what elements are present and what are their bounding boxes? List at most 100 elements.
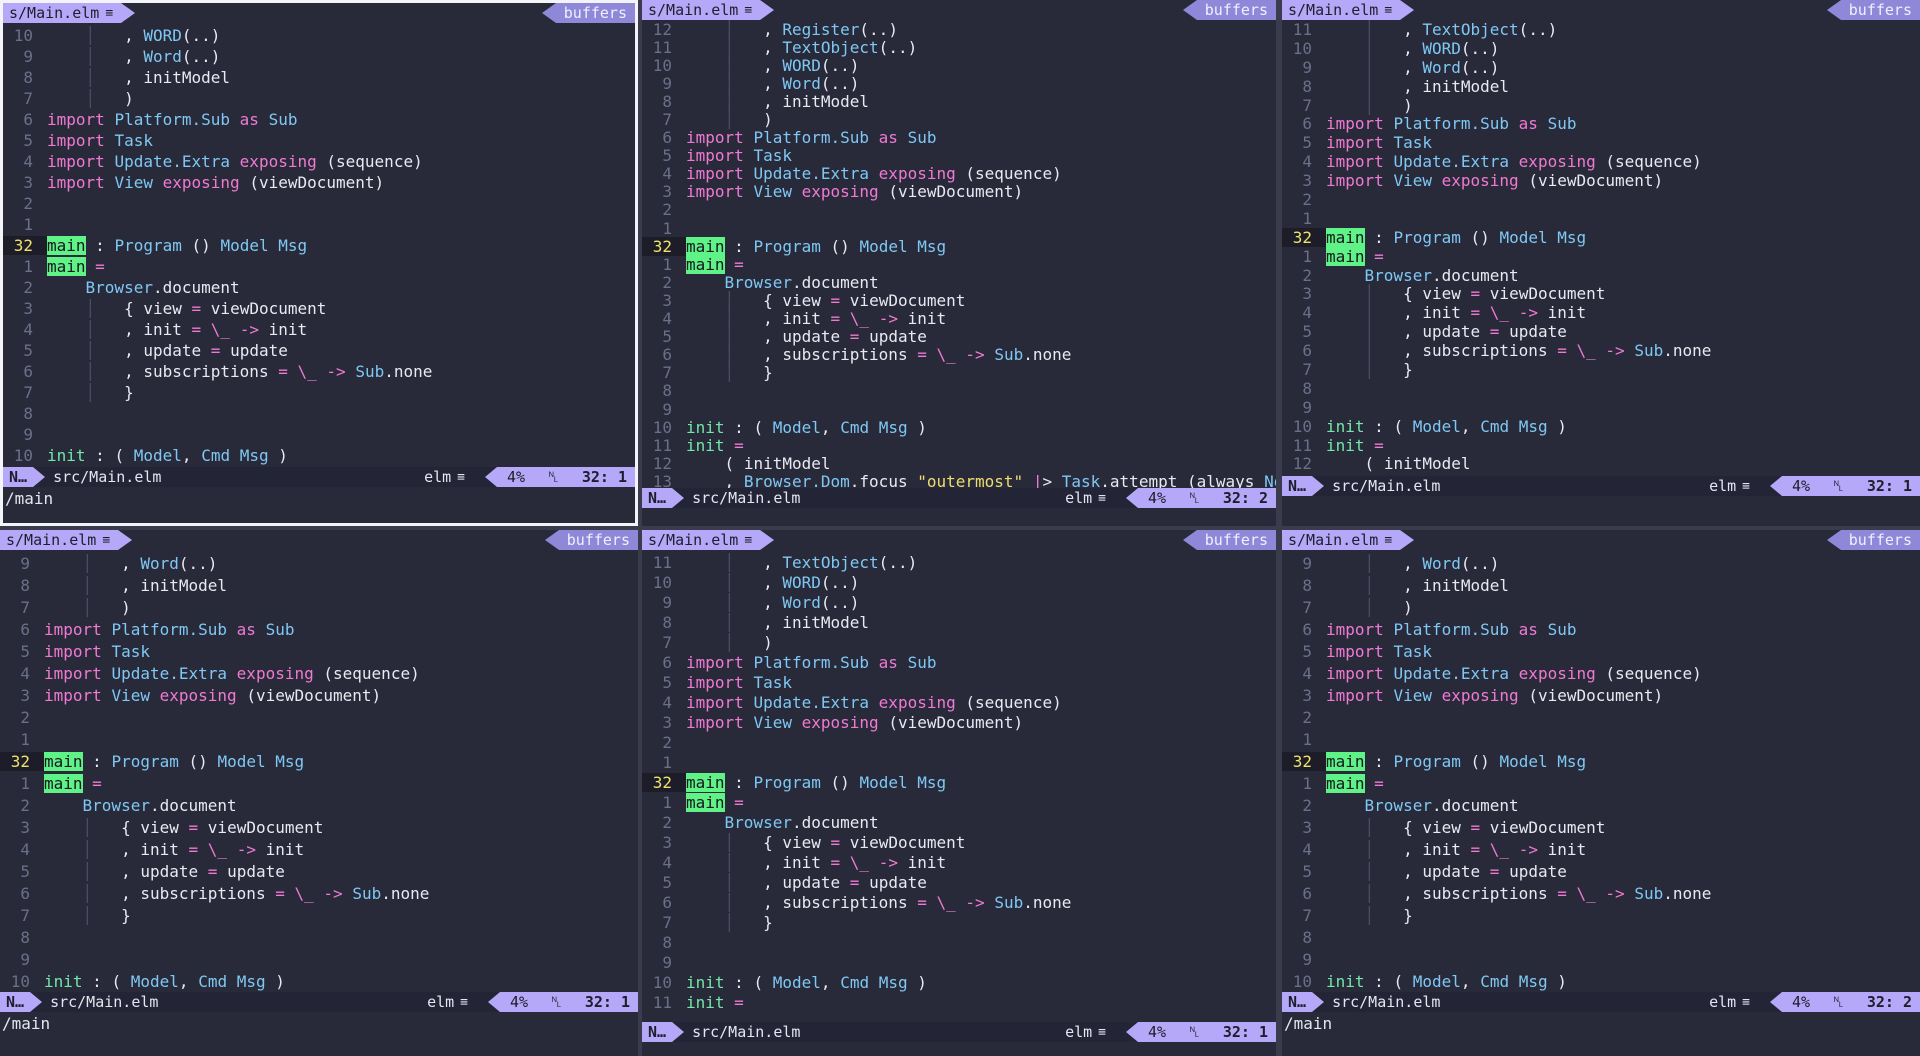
buffer-tab[interactable]: s/Main.elm ≡	[642, 530, 775, 550]
code-area[interactable]: 9 │ , Word(..) 8 │ , initModel 7 │ ) 6 impor…	[1282, 552, 1920, 992]
line-text: │ , WORD(..)	[1326, 38, 1500, 58]
command-line[interactable]: /main	[2, 1014, 50, 1033]
code-token: init	[47, 446, 86, 465]
buffers-button[interactable]: buffers	[544, 530, 638, 550]
buffer-tab[interactable]: s/Main.elm ≡	[642, 0, 775, 20]
pane-bottom-left[interactable]: s/Main.elm ≡ buffers 9 │ , Word(..) 8 │ , in…	[0, 530, 638, 1056]
code-area[interactable]: 9 │ , Word(..) 8 │ , initModel 7 │ ) 6 impor…	[0, 552, 638, 992]
line-number: 7	[662, 110, 672, 130]
pane-bottom-right[interactable]: s/Main.elm ≡ buffers 9 │ , Word(..) 8 │ , in…	[1282, 530, 1920, 1056]
line-number: 11	[652, 552, 672, 572]
code-area[interactable]: 11 │ , TextObject(..) 10 │ , WORD(..) 9 │ …	[1282, 20, 1920, 473]
code-token: ,	[1403, 19, 1413, 39]
code-token: sequence	[1615, 152, 1693, 172]
code-area[interactable]: 11 │ , TextObject(..) 10 │ , WORD(..) 9 │ …	[642, 552, 1276, 1012]
code-line: 10 │ , WORD(..)	[1282, 39, 1920, 58]
code-token: )	[1557, 416, 1567, 436]
buffers-button[interactable]: buffers	[1182, 530, 1276, 550]
line-text: import Update.Extra exposing (sequence)	[1326, 664, 1702, 683]
buffers-button[interactable]: buffers	[1826, 530, 1920, 550]
buffer-tab[interactable]: s/Main.elm ≡	[1282, 530, 1415, 550]
buffers-button[interactable]: buffers	[1826, 0, 1920, 20]
code-token: :	[734, 972, 744, 992]
pane-top-right[interactable]: s/Main.elm ≡ buffers 11 │ , TextObject(..) 1…	[1282, 0, 1920, 526]
code-token: Task	[1393, 641, 1432, 661]
pane-bottom-middle[interactable]: s/Main.elm ≡ buffers 11 │ , TextObject(..) 1…	[642, 530, 1276, 1056]
code-token: initModel	[1422, 76, 1510, 96]
code-token: Msg	[878, 417, 908, 437]
code-line: 3 import View exposing (viewDocument)	[642, 712, 1276, 732]
indent-guide: │	[1326, 76, 1404, 96]
code-token: Cmd	[1480, 416, 1510, 436]
buffer-tab[interactable]: s/Main.elm ≡	[3, 3, 136, 23]
code-area[interactable]: 10 │ , WORD(..) 9 │ , Word(..) 8 │ , initM…	[3, 25, 635, 466]
line-number: 4	[23, 320, 33, 339]
code-line: 32 main : Program () Model Msg	[642, 772, 1276, 792]
line-text: Browser.document	[686, 273, 879, 292]
newline-icon: ␤	[547, 468, 560, 486]
code-token: Register	[782, 19, 860, 39]
pane-top-middle[interactable]: s/Main.elm ≡ buffers 12 │ , Register(..) 11 …	[642, 0, 1276, 526]
code-token: ,	[1403, 76, 1413, 96]
code-token: )	[1489, 57, 1500, 77]
buffers-button[interactable]: buffers	[1182, 0, 1276, 20]
code-line: 4 │ , init = \_ -> init	[3, 319, 635, 340]
code-token: ..	[1470, 553, 1490, 573]
code-line: 4 import Update.Extra exposing (sequence)	[3, 151, 635, 172]
line-number: 6	[662, 892, 672, 912]
code-token: WORD	[1422, 38, 1461, 58]
code-line: 1	[0, 728, 638, 750]
code-line: 7 │ )	[642, 110, 1276, 130]
code-token: {	[1403, 284, 1413, 304]
command-line[interactable]: /main	[5, 489, 53, 508]
code-token: import	[1326, 114, 1384, 134]
line-text: │ )	[44, 598, 131, 617]
indent-guide: │	[44, 905, 122, 925]
code-token: =	[734, 792, 744, 812]
code-area[interactable]: 12 │ , Register(..) 11 │ , TextObject(..)…	[642, 19, 1276, 491]
pane-top-left[interactable]: s/Main.elm ≡ buffers 10 │ , WORD(..) 9 │ , W…	[0, 0, 638, 526]
code-line: 2 Browser.document	[1282, 266, 1920, 285]
command-line[interactable]: /main	[1284, 1014, 1332, 1033]
filetype-label: elm	[1065, 1023, 1093, 1041]
code-line: 9 │ , Word(..)	[642, 74, 1276, 93]
code-line: 12 ( initModel	[642, 454, 1276, 473]
code-line: 4 import Update.Extra exposing (sequence)	[1282, 152, 1920, 171]
code-token: :	[1374, 227, 1384, 247]
line-number: 8	[23, 68, 33, 87]
code-token: Msg	[917, 772, 947, 792]
buffer-tab[interactable]: s/Main.elm ≡	[1282, 0, 1415, 20]
indent-guide: │	[1326, 575, 1404, 595]
code-token: ->	[965, 892, 985, 912]
code-token: )	[1547, 19, 1558, 39]
mode-indicator: N…	[3, 467, 46, 487]
buffer-tab[interactable]: s/Main.elm ≡	[0, 530, 133, 550]
code-token: (	[820, 572, 831, 592]
indent-guide: │	[1326, 597, 1404, 617]
indent-guide: │	[686, 91, 764, 111]
buffers-button[interactable]: buffers	[541, 3, 635, 23]
indent-guide: │	[44, 575, 122, 595]
code-token: =	[191, 299, 202, 318]
